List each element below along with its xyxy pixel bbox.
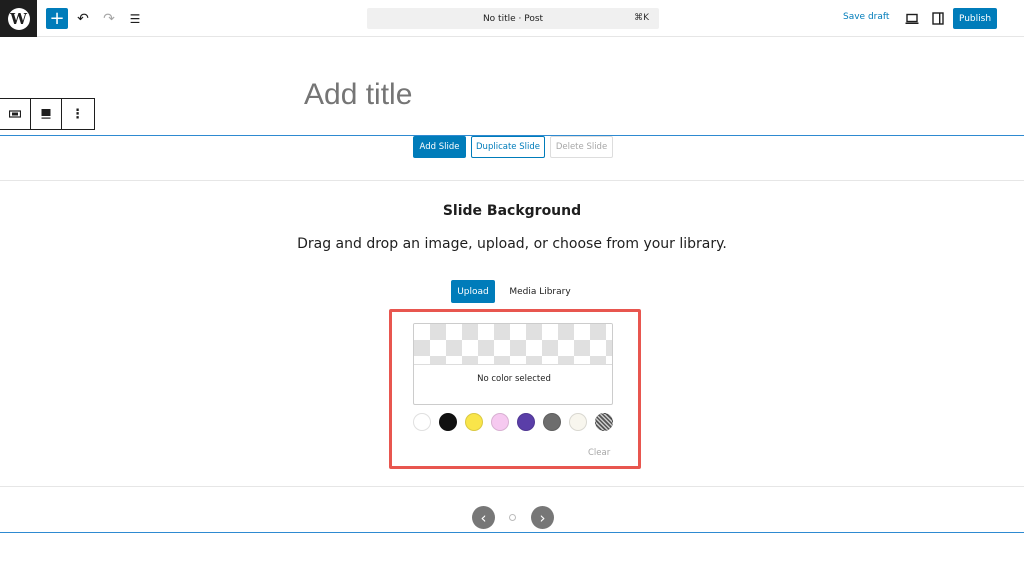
duplicate-slide-button[interactable]: Duplicate Slide (471, 136, 545, 158)
redo-icon: ↷ (103, 10, 115, 27)
upload-button[interactable]: Upload (451, 280, 495, 303)
block-bottom-border (0, 532, 1024, 533)
swatch-gray[interactable] (543, 413, 561, 431)
document-title: No title · Post (482, 13, 544, 24)
slide-block-icon (41, 109, 51, 119)
desktop-preview-icon (905, 13, 919, 24)
clear-color-button[interactable]: Clear (588, 448, 610, 458)
slide-background-heading: Slide Background (442, 203, 582, 219)
color-preview[interactable]: No color selected (413, 323, 613, 405)
divider (0, 180, 1024, 181)
swatch-black[interactable] (439, 413, 457, 431)
list-view-icon: ☰ (129, 11, 141, 26)
delete-slide-button[interactable]: Delete Slide (550, 136, 613, 158)
save-draft-button[interactable]: Save draft (843, 12, 889, 22)
more-options-icon: ⋮ (71, 106, 84, 122)
chevron-left-icon: ‹ (480, 508, 487, 527)
slider-block-button[interactable] (0, 99, 31, 129)
media-library-button[interactable]: Media Library (505, 280, 575, 303)
sidebar-toggle-icon (932, 12, 944, 25)
slide-block-button[interactable] (31, 99, 62, 129)
wordpress-logo-icon: W (7, 7, 30, 30)
divider (0, 486, 1024, 487)
add-slide-button[interactable]: Add Slide (413, 136, 466, 158)
preview-button[interactable] (901, 8, 923, 29)
undo-icon: ↶ (77, 10, 89, 27)
list-view-button[interactable]: ☰ (124, 8, 146, 29)
plus-icon: + (49, 7, 65, 29)
swatch-purple[interactable] (517, 413, 535, 431)
color-swatches (413, 413, 615, 431)
swatch-white[interactable] (413, 413, 431, 431)
post-title-input[interactable]: Add title (304, 78, 412, 112)
slide-background-description: Drag and drop an image, upload, or choos… (297, 236, 727, 252)
command-palette-button[interactable]: No title · Post ⌘K (367, 8, 659, 29)
swatch-pattern[interactable] (595, 413, 613, 431)
previous-slide-button[interactable]: ‹ (472, 506, 495, 529)
command-shortcut: ⌘K (634, 13, 649, 23)
no-color-label: No color selected (477, 374, 551, 384)
swatch-yellow[interactable] (465, 413, 483, 431)
settings-sidebar-button[interactable] (927, 8, 949, 29)
swatch-pink[interactable] (491, 413, 509, 431)
block-toolbar: ⋮ (0, 98, 95, 130)
redo-button[interactable]: ↷ (98, 8, 120, 29)
publish-button[interactable]: Publish (953, 8, 997, 29)
add-block-button[interactable]: + (46, 8, 68, 29)
swatch-off-white[interactable] (569, 413, 587, 431)
next-slide-button[interactable]: › (531, 506, 554, 529)
undo-button[interactable]: ↶ (72, 8, 94, 29)
transparent-checkerboard (414, 324, 612, 365)
more-options-button[interactable]: ⋮ (62, 99, 93, 129)
wordpress-logo-button[interactable]: W (0, 0, 37, 37)
editor-top-bar: W + ↶ ↷ ☰ No title · Post ⌘K Save draft … (0, 0, 1024, 37)
slide-indicator-dot[interactable] (509, 514, 516, 521)
slider-block-icon (9, 110, 21, 118)
chevron-right-icon: › (539, 508, 546, 527)
